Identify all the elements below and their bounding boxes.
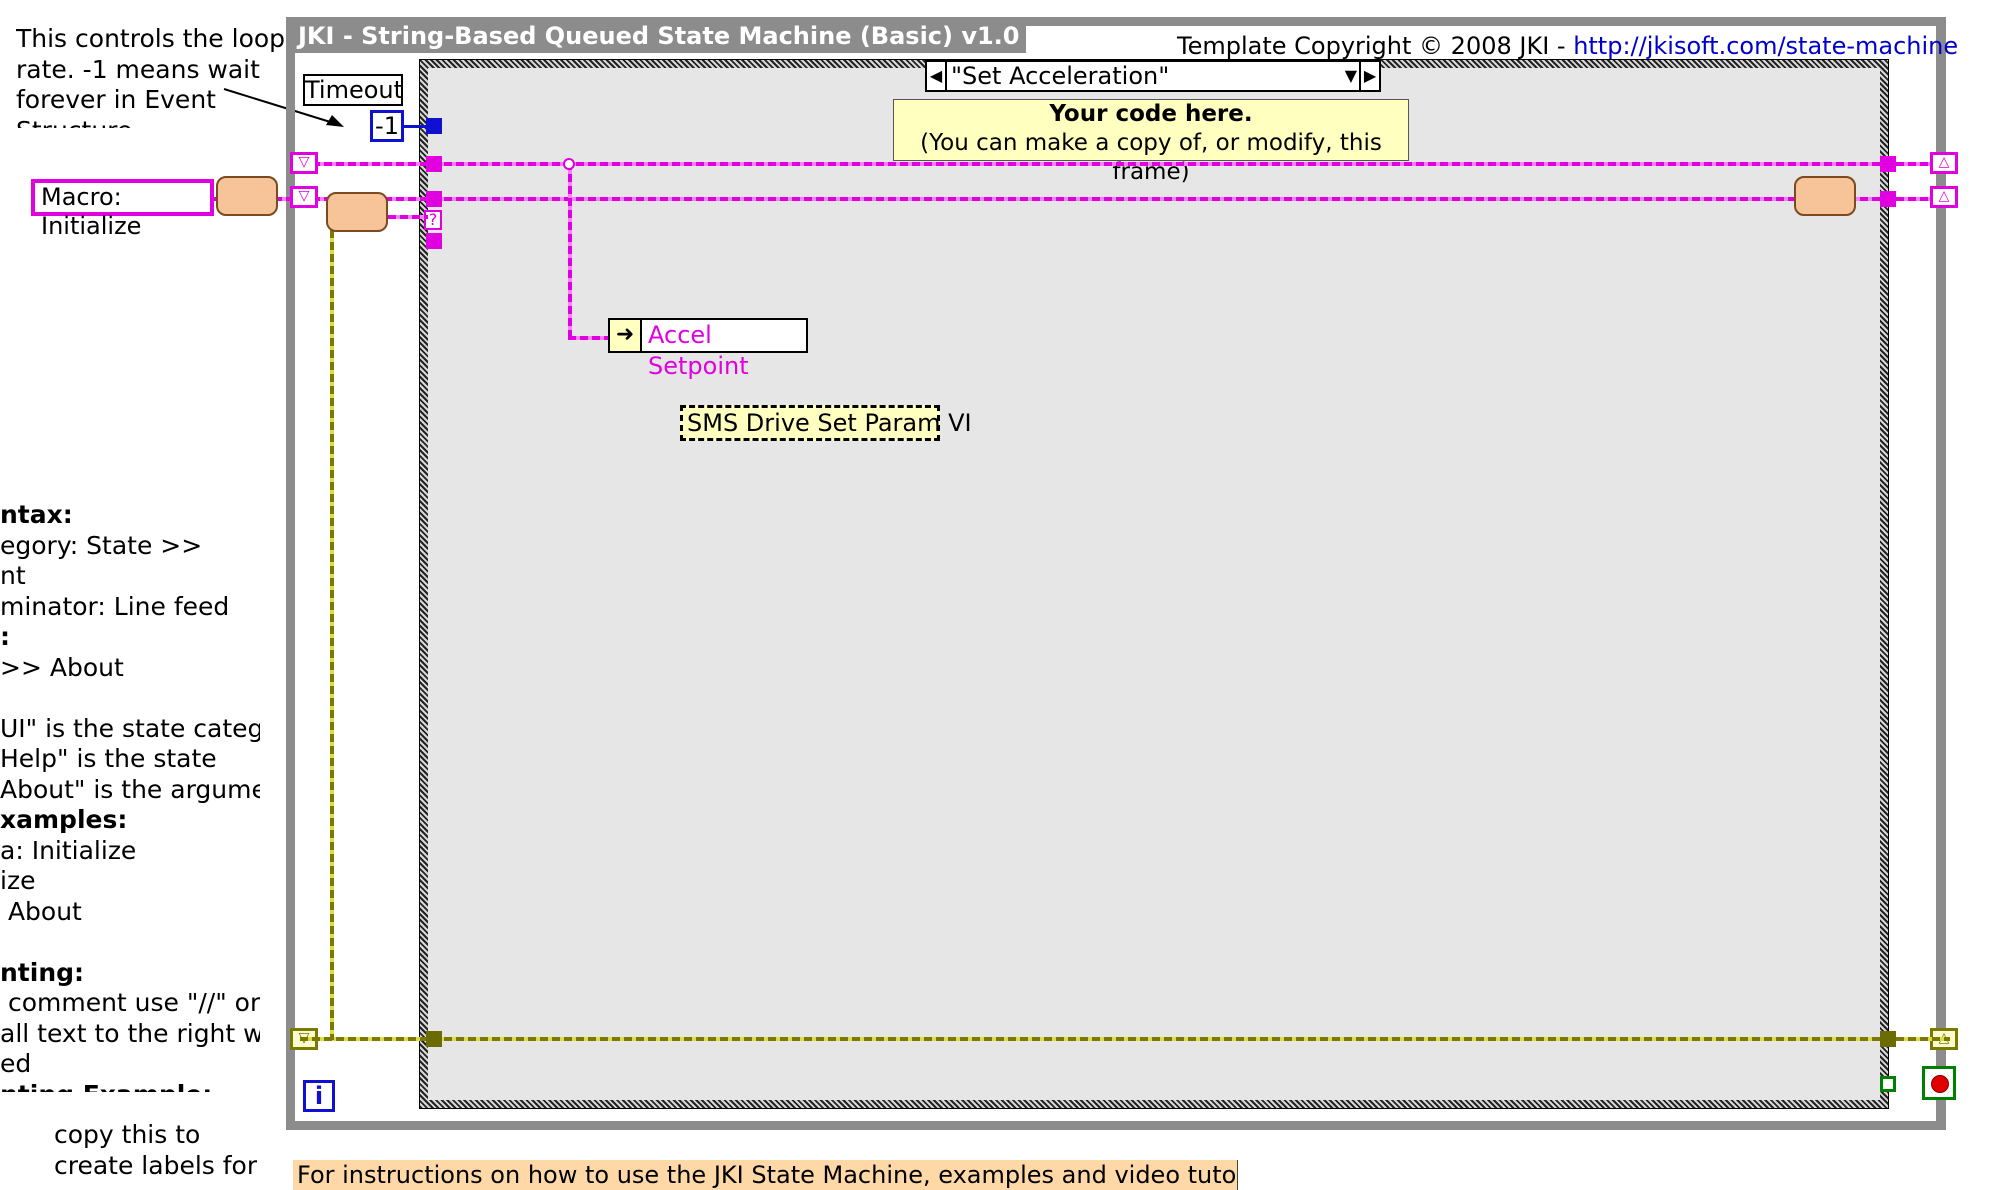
syntax-note-line: : bbox=[0, 622, 10, 651]
timeout-constant[interactable]: -1 bbox=[370, 110, 404, 142]
case-selector-label: "Set Acceleration" bbox=[951, 62, 1170, 90]
syntax-note-line: About" is the argument bbox=[0, 774, 260, 804]
iteration-terminal: i bbox=[303, 1080, 335, 1112]
chevron-down-icon[interactable]: ▼ bbox=[1345, 62, 1357, 90]
case-tunnel-right-1 bbox=[1880, 156, 1896, 172]
increment-case-icon[interactable]: ▶ bbox=[1359, 62, 1379, 90]
error-tunnel-left bbox=[426, 1031, 442, 1047]
stop-condition-tunnel bbox=[1880, 1076, 1896, 1092]
parse-state-subvi-icon[interactable] bbox=[326, 192, 388, 232]
code-note-body: (You can make a copy of, or modify, this… bbox=[920, 130, 1382, 185]
shift-register-left-2[interactable]: ▽ bbox=[290, 186, 318, 208]
syntax-note-line: ed bbox=[0, 1049, 32, 1078]
accel-wire bbox=[568, 336, 610, 340]
syntax-note-line: UI" is the state category bbox=[0, 713, 260, 743]
decrement-case-icon[interactable]: ◀ bbox=[927, 62, 947, 90]
shift-register-left-1[interactable]: ▽ bbox=[290, 152, 318, 174]
syntax-note-line: comment use "//" or bbox=[0, 988, 260, 1017]
instructions-note: For instructions on how to use the JKI S… bbox=[293, 1160, 1238, 1190]
syntax-note-line: all text to the right will bbox=[0, 1018, 260, 1048]
syntax-note-line: minator: Line feed bbox=[0, 591, 230, 621]
wire-junction bbox=[563, 158, 575, 170]
code-note-title: Your code here. bbox=[1049, 101, 1253, 127]
syntax-note-line: nting Example: bbox=[0, 1080, 260, 1093]
copyright-prefix: Template Copyright © 2008 JKI - bbox=[1177, 32, 1574, 60]
syntax-note-line: egory: State >> bbox=[0, 530, 203, 560]
case-tunnel-right-2 bbox=[1880, 191, 1896, 207]
accel-setpoint-label: Accel Setpoint bbox=[648, 321, 749, 380]
syntax-note-line bbox=[0, 927, 260, 958]
syntax-note-line: nt bbox=[0, 561, 26, 590]
case-structure[interactable] bbox=[419, 59, 1889, 1109]
accel-branch-wire bbox=[568, 162, 572, 340]
case-tunnel-left-2 bbox=[426, 191, 442, 207]
case-tunnel-left-1 bbox=[426, 156, 442, 172]
case-selector[interactable]: ◀ "Set Acceleration" ▼ ▶ bbox=[925, 60, 1381, 92]
syntax-note-line: ntax: bbox=[0, 500, 73, 529]
add-state-subvi-icon[interactable] bbox=[1794, 176, 1856, 216]
arrow-right-icon: ➜ bbox=[610, 320, 642, 351]
macro-initialize-constant[interactable]: Macro: Initialize bbox=[31, 179, 214, 240]
syntax-notes: ntax: egory: State >> nt minator: Line feed… bbox=[0, 500, 260, 1092]
syntax-note-line: ize bbox=[0, 866, 36, 895]
timeout-tunnel bbox=[426, 118, 442, 134]
syntax-note-line: nting: bbox=[0, 957, 85, 987]
copyright-text: Template Copyright © 2008 JKI - http://j… bbox=[1177, 31, 1958, 61]
stop-terminal[interactable] bbox=[1922, 1066, 1956, 1100]
state-queue-wire bbox=[300, 162, 1950, 166]
elements-wire bbox=[300, 197, 1950, 201]
copy-labels-note: copy this to create labels for bbox=[54, 1120, 258, 1180]
parse-output-wire bbox=[388, 215, 428, 219]
syntax-note-line: Help" is the state bbox=[0, 744, 217, 773]
case-selector-terminal: ? bbox=[424, 210, 442, 230]
error-tunnel-right bbox=[1880, 1031, 1896, 1047]
code-here-note: Your code here. (You can make a copy of,… bbox=[893, 99, 1409, 185]
timeout-wire bbox=[404, 125, 426, 128]
while-loop-title: JKI - String-Based Queued State Machine … bbox=[292, 20, 1026, 53]
timeout-label: Timeout bbox=[303, 74, 404, 106]
accel-setpoint-indicator[interactable]: ➜ Accel Setpoint bbox=[608, 318, 808, 380]
sms-drive-set-param-label[interactable]: SMS Drive Set Param VI bbox=[680, 405, 972, 441]
syntax-note-line: xamples: bbox=[0, 805, 128, 834]
syntax-note-line: a: Initialize bbox=[0, 835, 137, 865]
syntax-note-line: >> About bbox=[0, 652, 124, 682]
syntax-note-line bbox=[0, 683, 260, 714]
shift-register-right-1[interactable]: △ bbox=[1930, 152, 1958, 174]
state-machine-link[interactable]: http://jkisoft.com/state-machine bbox=[1573, 32, 1958, 60]
build-queue-subvi-icon[interactable] bbox=[216, 176, 278, 216]
error-branch-wire bbox=[330, 230, 334, 1040]
error-wire bbox=[300, 1037, 1950, 1041]
shift-register-right-2[interactable]: △ bbox=[1930, 186, 1958, 208]
syntax-note-line: About bbox=[0, 896, 82, 926]
case-tunnel-left-3 bbox=[426, 233, 442, 249]
